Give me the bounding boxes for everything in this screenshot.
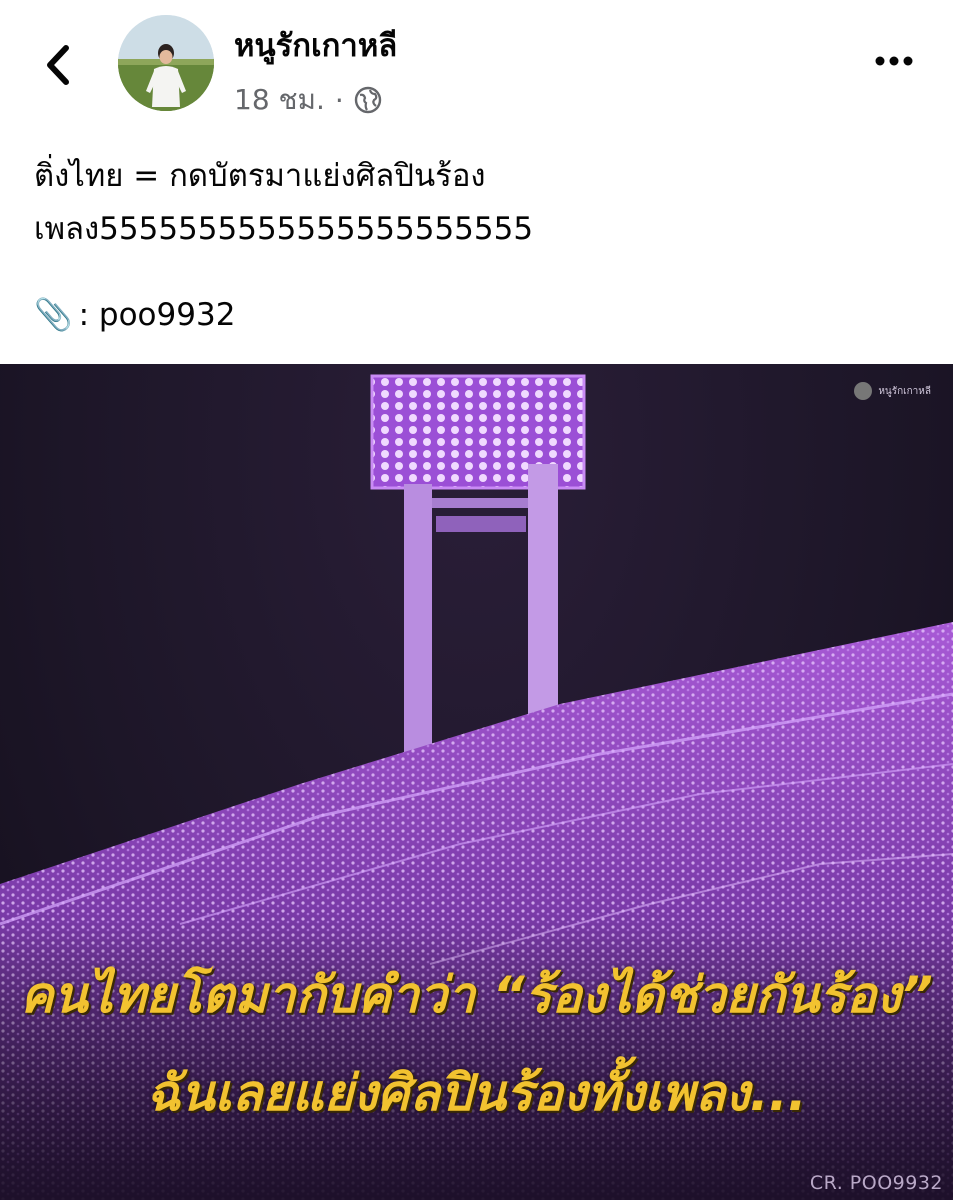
paperclip-icon: 📎: [34, 297, 73, 333]
attachment-text: : poo9932: [78, 296, 236, 333]
more-options-button[interactable]: [873, 50, 915, 72]
watermark: หนูรักเกาหลี: [854, 382, 931, 400]
post-time[interactable]: 18 ชม.: [234, 78, 325, 122]
more-horizontal-icon: [875, 56, 913, 66]
avatar[interactable]: [118, 15, 214, 111]
back-button[interactable]: [38, 40, 82, 90]
author-name[interactable]: หนูรักเกาหลี: [234, 20, 397, 70]
photo-caption-line2: ฉันเลยแย่งศิลปินร้องทั้งเพลง...: [146, 1064, 807, 1122]
photo-credit: CR. POO9932: [809, 1172, 943, 1194]
watermark-avatar: [854, 382, 873, 400]
post-meta: 18 ชม. ·: [234, 78, 382, 122]
globe-icon: [354, 86, 381, 114]
chevron-left-icon: [47, 45, 69, 85]
post-text: ติ่งไทย = กดบัตรมาแย่งศิลปินร้อง เพลง555…: [34, 150, 924, 256]
post-photo[interactable]: หนูรักเกาหลี คนไทยโตมากับคำว่า “ร้องได้ช…: [0, 364, 953, 1200]
avatar-image: [118, 15, 214, 111]
post-header: หนูรักเกาหลี 18 ชม. ·: [0, 0, 953, 130]
photo-caption-line1: คนไทยโตมากับคำว่า “ร้องได้ช่วยกันร้อง”: [20, 966, 933, 1024]
attachment-line: 📎 : poo9932: [34, 296, 236, 334]
post-text-line2: เพลง5555555555555555555555: [34, 211, 534, 247]
meta-separator: ·: [334, 83, 344, 117]
watermark-text: หนูรักเกาหลี: [878, 385, 931, 397]
post-text-line1: ติ่งไทย = กดบัตรมาแย่งศิลปินร้อง: [34, 158, 486, 194]
